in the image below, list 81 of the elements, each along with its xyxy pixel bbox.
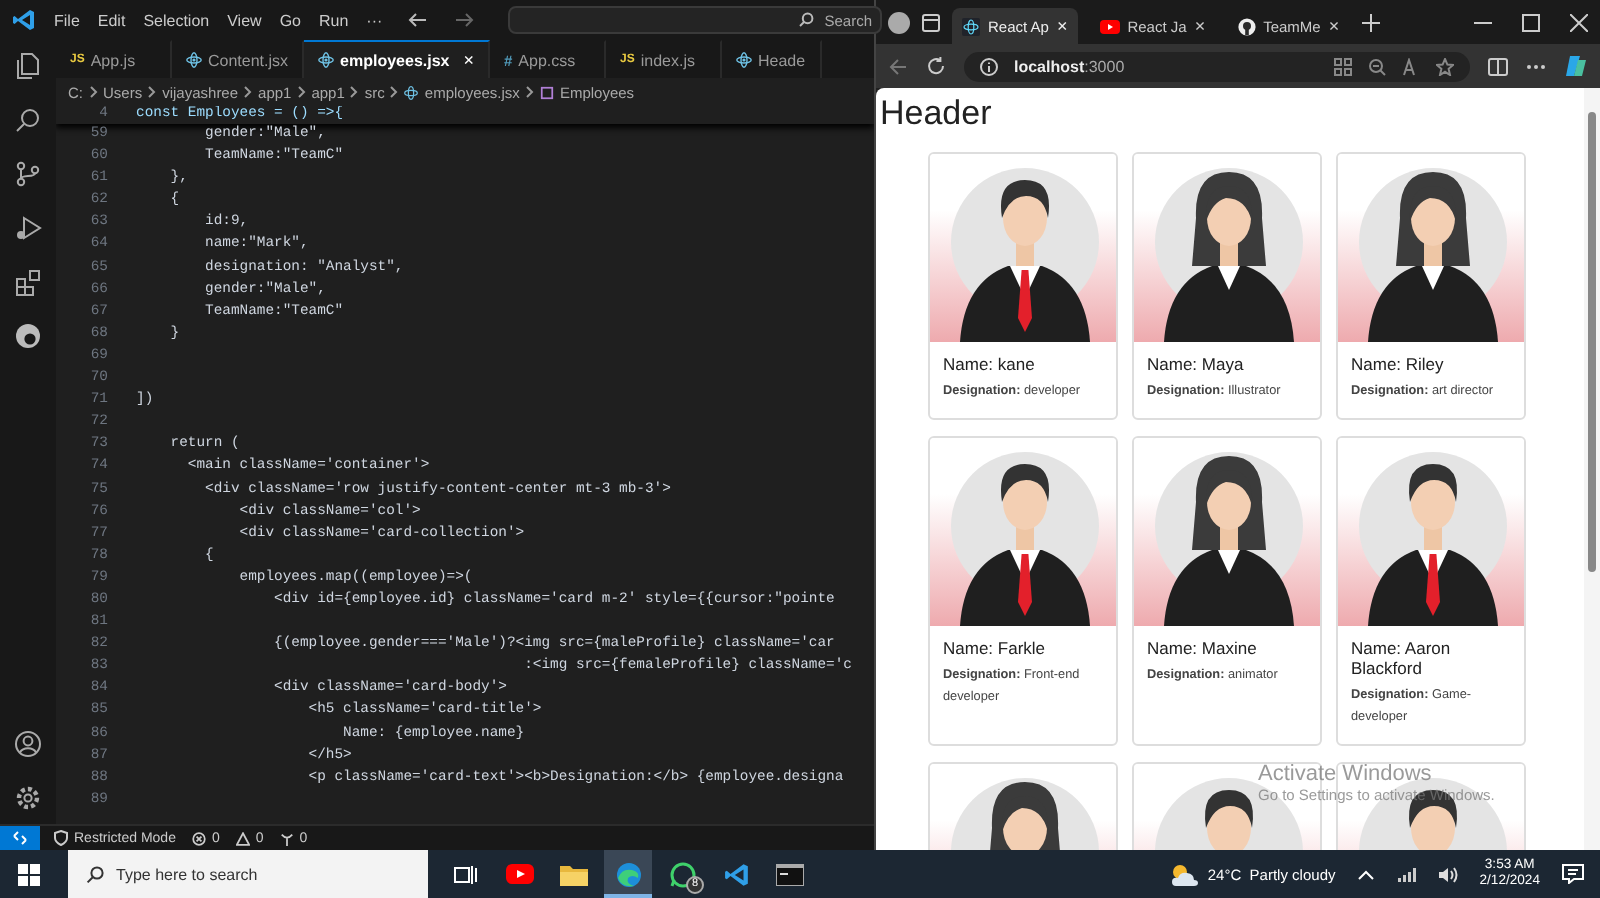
- react-file-icon: [404, 85, 419, 99]
- source-control-icon[interactable]: [14, 160, 42, 188]
- menu-item[interactable]: Go: [279, 11, 301, 29]
- chevron-icon: [148, 86, 157, 98]
- back-arrow-icon[interactable]: [408, 12, 429, 28]
- menu-item[interactable]: Run: [318, 11, 349, 29]
- close-icon[interactable]: [1570, 13, 1588, 31]
- maximize-icon[interactable]: [1522, 13, 1540, 31]
- search-icon[interactable]: [14, 106, 42, 134]
- folder-icon: [560, 863, 588, 885]
- chevron-icon: [525, 86, 534, 98]
- react-favicon-icon: [962, 17, 980, 35]
- chevron-icon: [350, 86, 359, 98]
- network-icon[interactable]: [1395, 865, 1416, 883]
- vscode-logo-icon: [12, 8, 36, 32]
- address-bar[interactable]: localhost:3000: [964, 51, 1470, 81]
- employee-name: Name: Maxine: [1147, 638, 1259, 659]
- chevron-icon: [244, 86, 253, 98]
- more-icon[interactable]: [1526, 63, 1546, 69]
- editor-tab[interactable]: employees.jsx ×: [304, 40, 490, 78]
- read-aloud-icon[interactable]: [1402, 57, 1420, 75]
- tab-actions-icon[interactable]: [922, 13, 940, 31]
- account-icon[interactable]: [14, 730, 42, 758]
- profile-avatar-icon[interactable]: [888, 11, 910, 33]
- search-icon: [798, 12, 814, 28]
- react-file-icon: [318, 52, 335, 68]
- github-favicon-icon: [1237, 17, 1256, 35]
- page-heading: Header: [880, 94, 994, 134]
- star-icon[interactable]: [1436, 57, 1454, 75]
- info-icon: [980, 57, 998, 75]
- activation-notice-title: Activate Windows: [1258, 762, 1434, 786]
- remote-button[interactable]: [0, 826, 40, 850]
- react-file-icon: [736, 52, 752, 68]
- remote-icon: [12, 830, 28, 846]
- menu-item[interactable]: View: [227, 11, 262, 29]
- extensions-icon[interactable]: [14, 268, 42, 296]
- youtube-icon: [506, 864, 534, 884]
- employee-name: Name: Riley: [1351, 354, 1446, 374]
- menu-item[interactable]: Edit: [97, 11, 126, 29]
- employee-name: Name: Farkle: [943, 638, 1048, 659]
- menu-item[interactable]: ···: [366, 11, 383, 29]
- menu-item[interactable]: Selection: [143, 11, 210, 29]
- react-file-icon: [186, 52, 202, 68]
- error-icon: [191, 831, 206, 845]
- new-tab-icon[interactable]: [1361, 13, 1380, 31]
- chevron-icon: [297, 86, 306, 98]
- warning-icon: [235, 831, 250, 845]
- app-grid-icon[interactable]: [1334, 57, 1352, 75]
- editor-tab[interactable]: Heade: [722, 40, 822, 78]
- terminal-icon: [776, 863, 804, 885]
- chevron-up-icon[interactable]: [1357, 869, 1374, 879]
- vscode-icon: [723, 861, 749, 887]
- notifications-icon[interactable]: [1562, 864, 1584, 884]
- refresh-icon[interactable]: [926, 56, 946, 76]
- symbol-icon: [539, 85, 554, 99]
- menu-item[interactable]: File: [54, 11, 80, 29]
- youtube-favicon-icon: [1099, 19, 1120, 33]
- search-icon: [86, 865, 104, 883]
- edge-icon: [615, 861, 641, 887]
- settings-icon[interactable]: [14, 784, 42, 812]
- forward-arrow-icon[interactable]: [454, 12, 475, 28]
- employee-name: Name: Aaron Blackford: [1351, 638, 1453, 679]
- task-view-icon: [454, 863, 478, 885]
- copilot-icon[interactable]: [1564, 54, 1588, 78]
- run-debug-icon[interactable]: [14, 214, 42, 242]
- employee-name: Name: kane: [943, 354, 1037, 374]
- whatsapp-icon: [669, 861, 695, 887]
- files-icon[interactable]: [14, 52, 42, 80]
- chevron-icon: [390, 86, 399, 98]
- antenna-icon: [279, 831, 294, 845]
- weather-cloud-icon: [1169, 863, 1200, 885]
- split-screen-icon[interactable]: [1488, 57, 1508, 75]
- scrollbar-thumb[interactable]: [1588, 112, 1596, 572]
- zoom-out-icon[interactable]: [1368, 57, 1386, 75]
- shield-icon: [54, 830, 68, 846]
- taskbar-search-field[interactable]: Type here to search: [68, 850, 428, 898]
- volume-icon[interactable]: [1437, 865, 1458, 883]
- chevron-icon: [89, 86, 97, 98]
- windows-start-icon[interactable]: [18, 863, 40, 885]
- employee-name: Name: Maya: [1147, 354, 1246, 374]
- edge-icon[interactable]: [14, 322, 42, 350]
